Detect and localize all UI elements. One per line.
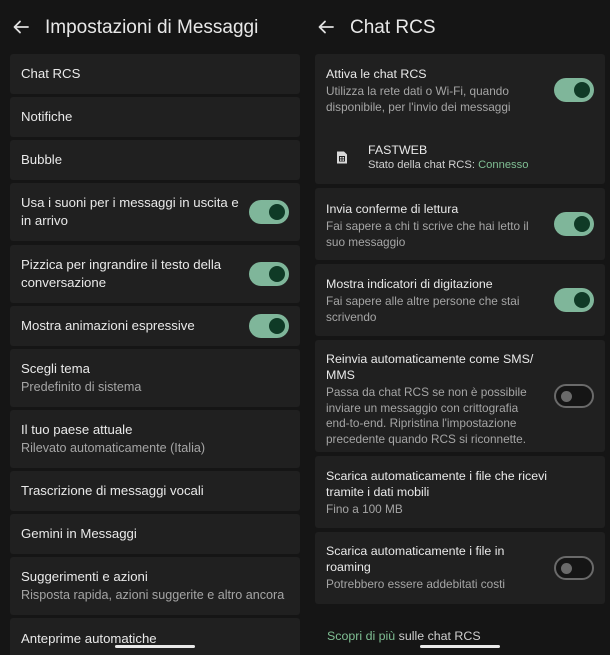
arrow-left-icon[interactable] [317, 18, 337, 38]
item-summary: Passa da chat RCS se non è possibile inv… [326, 385, 527, 446]
chat-rcs-panel: Chat RCS Attiva le chat RCS Utilizza la … [305, 0, 610, 655]
top-app-bar: Impostazioni di Messaggi [0, 0, 305, 56]
toggle-knob [574, 292, 590, 308]
toggle-knob [269, 204, 285, 220]
item-summary: Utilizza la rete dati o Wi-Fi, quando di… [326, 84, 511, 114]
page-title: Chat RCS [350, 17, 436, 38]
settings-item-download-roaming[interactable]: Scarica automaticamente i file in roamin… [315, 532, 605, 604]
toggle-knob [561, 390, 572, 402]
sim-card-icon [336, 150, 348, 165]
settings-item-notifications[interactable]: Notifiche [10, 97, 300, 137]
learn-more-rest: sulle chat RCS [398, 629, 481, 643]
settings-item-animations[interactable]: Mostra animazioni espressive [10, 306, 300, 346]
settings-item-chat-rcs[interactable]: Chat RCS [10, 54, 300, 94]
item-summary: Fai sapere alle altre persone che stai s… [326, 294, 520, 324]
toggle-knob [574, 216, 590, 232]
item-label: Usa i suoni per i messaggi in uscita e i… [21, 195, 239, 228]
settings-item-theme[interactable]: Scegli tema Predefinito di sistema [10, 349, 300, 407]
enable-rcs-toggle[interactable] [554, 78, 594, 102]
messages-settings-panel: Impostazioni di Messaggi Chat RCS Notifi… [0, 0, 305, 655]
carrier-name: FASTWEB [368, 143, 428, 157]
item-label: Invia conferme di lettura [326, 202, 459, 216]
item-summary: Predefinito di sistema [21, 380, 142, 394]
learn-more-link[interactable]: Scopri di più sulle chat RCS [327, 629, 481, 643]
typing-indicators-toggle[interactable] [554, 288, 594, 312]
top-app-bar: Chat RCS [305, 0, 610, 56]
item-label: Scarica automaticamente i file che ricev… [326, 469, 548, 499]
item-label: Trascrizione di messaggi vocali [21, 483, 204, 498]
toggle-knob [269, 318, 285, 334]
item-label: Pizzica per ingrandire il testo della co… [21, 257, 222, 290]
settings-item-read-receipts[interactable]: Invia conferme di lettura Fai sapere a c… [315, 188, 605, 260]
gesture-nav-bar[interactable] [115, 645, 195, 648]
settings-item-sounds[interactable]: Usa i suoni per i messaggi in uscita e i… [10, 183, 300, 241]
settings-item-resend-sms[interactable]: Reinvia automaticamente come SMS/ MMS Pa… [315, 340, 605, 452]
rcs-status-label: Stato della chat RCS: [368, 159, 475, 171]
item-label: Il tuo paese attuale [21, 422, 133, 437]
item-label: Notifiche [21, 109, 73, 124]
rcs-status-value: Connesso [478, 159, 529, 171]
read-receipts-toggle[interactable] [554, 212, 594, 236]
settings-item-bubble[interactable]: Bubble [10, 140, 300, 180]
resend-sms-toggle[interactable] [554, 384, 594, 408]
item-label: Reinvia automaticamente come SMS/ MMS [326, 352, 534, 382]
item-summary: Risposta rapida, azioni suggerite e altr… [21, 588, 285, 602]
rcs-status: Stato della chat RCS: Connesso [368, 158, 528, 174]
item-summary: Rilevato automaticamente (Italia) [21, 441, 206, 455]
page-title: Impostazioni di Messaggi [45, 17, 259, 38]
item-label: Suggerimenti e azioni [21, 569, 148, 584]
arrow-left-icon[interactable] [12, 18, 32, 38]
settings-item-download-mobile-data[interactable]: Scarica automaticamente i file che ricev… [315, 456, 605, 528]
sounds-toggle[interactable] [249, 200, 289, 224]
item-label: Mostra indicatori di digitazione [326, 277, 493, 291]
settings-item-suggestions[interactable]: Suggerimenti e azioni Risposta rapida, a… [10, 557, 300, 615]
item-label: Mostra animazioni espressive [21, 318, 195, 333]
settings-item-gemini[interactable]: Gemini in Messaggi [10, 514, 300, 554]
item-label: Chat RCS [21, 66, 81, 81]
roaming-toggle[interactable] [554, 556, 594, 580]
toggle-knob [574, 82, 590, 98]
settings-item-enable-rcs[interactable]: Attiva le chat RCS Utilizza la rete dati… [315, 54, 605, 184]
settings-item-previews[interactable]: Anteprime automatiche [10, 618, 300, 655]
toggle-knob [561, 562, 572, 574]
toggle-knob [269, 266, 285, 282]
gesture-nav-bar[interactable] [420, 645, 500, 648]
learn-more-highlight: Scopri di più [327, 629, 396, 643]
item-label: Bubble [21, 152, 63, 167]
settings-item-pinch-zoom[interactable]: Pizzica per ingrandire il testo della co… [10, 245, 300, 303]
item-label: Scegli tema [21, 361, 90, 376]
item-label: Scarica automaticamente i file in roamin… [326, 544, 505, 574]
item-summary: Fai sapere a chi ti scrive che hai letto… [326, 219, 529, 249]
item-summary: Potrebbero essere addebitati costi [326, 577, 506, 591]
settings-item-typing-indicators[interactable]: Mostra indicatori di digitazione Fai sap… [315, 264, 605, 336]
animations-toggle[interactable] [249, 314, 289, 338]
item-summary: Fino a 100 MB [326, 502, 403, 516]
item-label: Attiva le chat RCS [326, 67, 427, 81]
settings-item-country[interactable]: Il tuo paese attuale Rilevato automatica… [10, 410, 300, 468]
item-label: Gemini in Messaggi [21, 526, 137, 541]
pinch-zoom-toggle[interactable] [249, 262, 289, 286]
settings-item-transcription[interactable]: Trascrizione di messaggi vocali [10, 471, 300, 511]
